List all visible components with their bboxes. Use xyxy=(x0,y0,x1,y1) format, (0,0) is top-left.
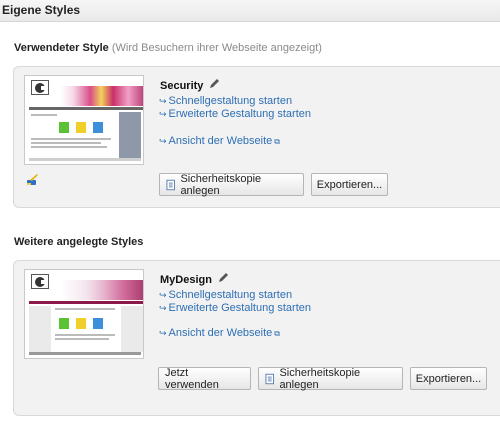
link-advanced-design-label[interactable]: Erweiterte Gestaltung starten xyxy=(169,302,311,314)
current-style-name-label: Security xyxy=(160,80,204,92)
thumbnail-sidebar xyxy=(121,306,143,352)
blue-cube-icon xyxy=(93,122,103,133)
yellow-cube-icon xyxy=(76,318,86,329)
other-style-name: MyDesign xyxy=(160,272,229,286)
thumbnail-text-line xyxy=(31,142,101,144)
thumbnail-sidebar xyxy=(119,112,141,158)
thumbnail-sidebar xyxy=(29,306,51,352)
other-style-panel: MyDesign ↪ Schnellgestaltung starten ↪ Erw… xyxy=(13,260,500,416)
document-icon xyxy=(166,179,176,190)
arrow-right-icon: ↪ xyxy=(159,109,167,119)
blue-cube-icon xyxy=(93,318,103,329)
external-link-icon: ⧉ xyxy=(274,137,281,146)
logo-icon xyxy=(31,274,49,289)
thumbnail-text-line xyxy=(31,114,57,116)
document-icon xyxy=(265,373,275,384)
current-style-heading-label: Verwendeter Style xyxy=(14,42,109,54)
pencil-icon[interactable] xyxy=(209,78,220,89)
page-header: Eigene Styles xyxy=(0,0,500,22)
arrow-right-icon: ↪ xyxy=(159,96,167,106)
thumbnail-text-line xyxy=(55,308,115,310)
current-style-name: Security xyxy=(160,78,220,92)
export-button-label: Exportieren... xyxy=(316,178,383,191)
thumbnail-navbar xyxy=(29,301,143,304)
use-now-button[interactable]: Jetzt verwenden xyxy=(158,366,251,391)
thumbnail-navbar xyxy=(29,107,143,110)
link-quick-design-label[interactable]: Schnellgestaltung starten xyxy=(169,289,293,301)
current-style-panel: Security ↪ Schnellgestaltung starten ↪ Erw… xyxy=(13,66,500,208)
link-quick-design[interactable]: ↪ Schnellgestaltung starten xyxy=(159,289,292,301)
thumbnail-footer xyxy=(29,352,141,355)
arrow-right-icon: ↪ xyxy=(159,290,167,300)
page-title: Eigene Styles xyxy=(2,3,81,17)
backup-button[interactable]: Sicherheitskopie anlegen xyxy=(159,172,304,197)
export-button-label: Exportieren... xyxy=(415,372,482,385)
export-button[interactable]: Exportieren... xyxy=(311,173,388,196)
current-style-hint: (Wird Besuchern ihrer Webseite angezeigt… xyxy=(111,42,322,54)
other-styles-heading-label: Weitere angelegte Styles xyxy=(14,236,144,248)
current-style-heading: Verwendeter Style (Wird Besuchern ihrer … xyxy=(14,42,322,54)
other-style-name-label: MyDesign xyxy=(160,274,212,286)
external-link-icon: ⧉ xyxy=(274,329,281,338)
logo-icon xyxy=(31,80,49,95)
link-view-website-label[interactable]: Ansicht der Webseite xyxy=(169,135,273,147)
arrow-right-icon: ↪ xyxy=(159,136,167,146)
other-style-thumbnail[interactable] xyxy=(24,269,144,359)
other-styles-heading: Weitere angelegte Styles xyxy=(14,236,143,248)
green-cube-icon xyxy=(59,122,69,133)
backup-button-label: Sicherheitskopie anlegen xyxy=(180,172,262,197)
export-button[interactable]: Exportieren... xyxy=(410,367,487,390)
arrow-right-icon: ↪ xyxy=(159,328,167,338)
thumbnail-banner xyxy=(61,280,143,300)
green-cube-icon xyxy=(59,318,69,329)
link-advanced-design[interactable]: ↪ Erweiterte Gestaltung starten xyxy=(159,302,311,314)
arrow-right-icon: ↪ xyxy=(159,303,167,313)
paint-brush-icon[interactable] xyxy=(26,174,39,186)
thumbnail-text-line xyxy=(31,138,111,140)
link-view-website[interactable]: ↪ Ansicht der Webseite ⧉ xyxy=(159,135,280,147)
use-now-button-label: Jetzt verwenden xyxy=(165,366,219,391)
link-advanced-design[interactable]: ↪ Erweiterte Gestaltung starten xyxy=(159,108,311,120)
thumbnail-text-line xyxy=(31,146,107,148)
thumbnail-text-line xyxy=(55,338,109,340)
current-style-thumbnail[interactable] xyxy=(24,75,144,165)
thumbnail-banner xyxy=(61,86,143,106)
thumbnail-footer xyxy=(29,158,141,161)
pencil-icon[interactable] xyxy=(218,272,229,283)
backup-button-label: Sicherheitskopie anlegen xyxy=(279,366,361,391)
link-advanced-design-label[interactable]: Erweiterte Gestaltung starten xyxy=(169,108,311,120)
link-view-website[interactable]: ↪ Ansicht der Webseite ⧉ xyxy=(159,327,280,339)
yellow-cube-icon xyxy=(76,122,86,133)
link-quick-design-label[interactable]: Schnellgestaltung starten xyxy=(169,95,293,107)
backup-button[interactable]: Sicherheitskopie anlegen xyxy=(258,366,403,391)
link-quick-design[interactable]: ↪ Schnellgestaltung starten xyxy=(159,95,292,107)
link-view-website-label[interactable]: Ansicht der Webseite xyxy=(169,327,273,339)
thumbnail-text-line xyxy=(55,334,115,336)
